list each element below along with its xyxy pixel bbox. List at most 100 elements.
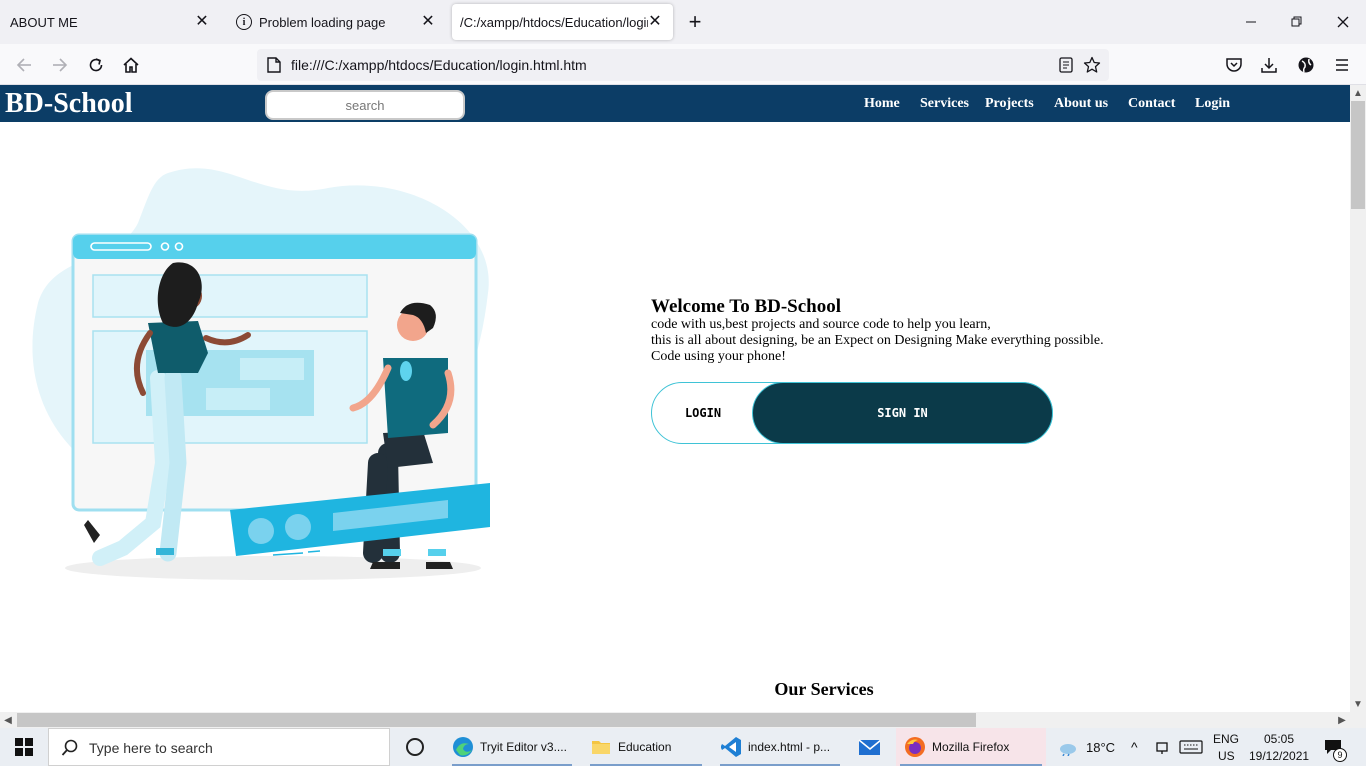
- hero-illustration: [32, 168, 490, 580]
- taskbar-app-firefox[interactable]: Mozilla Firefox: [896, 728, 1046, 766]
- tab-problem-loading[interactable]: i Problem loading page ✕: [226, 0, 446, 44]
- keyboard-icon[interactable]: [1179, 740, 1203, 757]
- tab-label: ABOUT ME: [10, 14, 78, 30]
- sign-in-button[interactable]: SIGN IN: [752, 382, 1053, 444]
- arrow-left-icon: [16, 58, 31, 72]
- scroll-down-icon[interactable]: ▼: [1350, 696, 1366, 712]
- app-label: Education: [618, 740, 672, 754]
- minimize-icon: [1246, 21, 1256, 23]
- woman-torso: [148, 321, 208, 373]
- app-label: Mozilla Firefox: [932, 740, 1010, 754]
- login-button[interactable]: LOGIN: [652, 383, 754, 443]
- info-icon: i: [236, 14, 252, 30]
- woman-leg-front: [159, 369, 187, 562]
- clock-time[interactable]: 05:05: [1264, 732, 1294, 746]
- downloads-button[interactable]: [1258, 54, 1280, 76]
- bookmark-star-icon[interactable]: [1083, 56, 1101, 79]
- new-tab-button[interactable]: +: [684, 11, 706, 34]
- tab-label: /C:/xampp/htdocs/Education/login.html.ht…: [460, 14, 648, 30]
- man-torso: [383, 358, 448, 438]
- pocket-button[interactable]: [1223, 54, 1245, 76]
- url-text[interactable]: file:///C:/xampp/htdocs/Education/login.…: [291, 57, 587, 73]
- page-viewport: BD-School Home Services Projects About u…: [0, 85, 1350, 712]
- close-icon[interactable]: ✕: [194, 14, 210, 30]
- ground-shadow: [65, 556, 481, 580]
- address-bar[interactable]: file:///C:/xampp/htdocs/Education/login.…: [257, 49, 1109, 81]
- download-icon: [1261, 58, 1277, 73]
- mail-icon: [858, 736, 880, 758]
- cortana-icon[interactable]: [406, 738, 424, 756]
- taskbar-app-tryit[interactable]: Tryit Editor v3....: [448, 728, 576, 766]
- reload-button[interactable]: [85, 54, 107, 76]
- app-label: Tryit Editor v3....: [480, 740, 567, 754]
- start-button[interactable]: [0, 728, 48, 766]
- welcome-section: Welcome To BD-School code with us,best p…: [651, 297, 1104, 365]
- page-icon: [267, 57, 281, 78]
- nav-services[interactable]: Services: [920, 96, 969, 112]
- close-icon: [1337, 16, 1349, 28]
- close-window-button[interactable]: [1333, 12, 1353, 32]
- welcome-line: this is all about designing, be an Expec…: [651, 333, 1104, 348]
- taskbar-app-vscode[interactable]: index.html - p...: [716, 728, 844, 766]
- tab-label: Problem loading page: [259, 14, 386, 30]
- app-label: index.html - p...: [748, 740, 831, 754]
- close-icon[interactable]: ✕: [647, 14, 663, 30]
- temperature[interactable]: 18°C: [1086, 740, 1115, 755]
- minimize-button[interactable]: [1241, 12, 1261, 32]
- chevron-up-icon[interactable]: ^: [1131, 739, 1138, 755]
- welcome-title: Welcome To BD-School: [651, 296, 842, 317]
- extension-button[interactable]: [1295, 54, 1317, 76]
- scroll-thumb[interactable]: [1351, 101, 1365, 209]
- pocket-icon: [1226, 58, 1242, 72]
- windows-icon: [15, 738, 33, 756]
- scroll-corner: [1350, 712, 1366, 728]
- menu-button[interactable]: [1331, 54, 1353, 76]
- site-logo[interactable]: BD-School: [5, 88, 133, 120]
- clock-date[interactable]: 19/12/2021: [1249, 749, 1309, 763]
- edge-icon: [452, 736, 474, 758]
- nav-home[interactable]: Home: [864, 96, 900, 112]
- notification-badge: 9: [1333, 748, 1347, 762]
- search-icon: [61, 739, 79, 762]
- folder-icon: [590, 736, 612, 758]
- reload-icon: [89, 58, 103, 72]
- site-search-input[interactable]: [265, 90, 465, 120]
- services-heading: Our Services: [774, 679, 874, 699]
- close-icon[interactable]: ✕: [420, 14, 436, 30]
- site-header: BD-School Home Services Projects About u…: [0, 85, 1350, 122]
- reader-view-icon[interactable]: [1059, 57, 1073, 78]
- vertical-scrollbar[interactable]: ▲ ▼: [1350, 85, 1366, 712]
- windows-taskbar: Type here to search Tryit Editor v3.... …: [0, 728, 1366, 766]
- forward-button[interactable]: [49, 54, 71, 76]
- nav-about-us[interactable]: About us: [1054, 96, 1108, 112]
- taskbar-search[interactable]: Type here to search: [48, 728, 390, 766]
- home-icon: [123, 57, 139, 73]
- browser-toolbar: file:///C:/xampp/htdocs/Education/login.…: [0, 44, 1366, 85]
- hamburger-icon: [1336, 59, 1348, 71]
- restore-button[interactable]: [1287, 12, 1307, 32]
- language-bottom[interactable]: US: [1218, 749, 1235, 763]
- taskbar-app-mail[interactable]: [852, 728, 892, 766]
- language-top[interactable]: ENG: [1213, 732, 1239, 746]
- scroll-right-icon[interactable]: ▶: [1334, 712, 1350, 728]
- welcome-line: code with us,best projects and source co…: [651, 317, 991, 332]
- taskbar-app-education[interactable]: Education: [586, 728, 706, 766]
- back-button[interactable]: [13, 54, 35, 76]
- tab-about-me[interactable]: ABOUT ME ✕: [0, 0, 220, 44]
- home-button[interactable]: [120, 54, 142, 76]
- vscode-icon: [720, 736, 742, 758]
- nav-login[interactable]: Login: [1195, 96, 1230, 112]
- scroll-up-icon[interactable]: ▲: [1350, 85, 1366, 101]
- nav-projects[interactable]: Projects: [985, 96, 1034, 112]
- taskbar-search-text: Type here to search: [89, 740, 213, 756]
- horizontal-scrollbar[interactable]: ◀ ▶: [0, 712, 1350, 728]
- tab-bar: ABOUT ME ✕ i Problem loading page ✕ /C:/…: [0, 0, 1366, 44]
- scroll-thumb[interactable]: [17, 713, 976, 727]
- nav-contact[interactable]: Contact: [1128, 96, 1175, 112]
- weather-icon[interactable]: [1058, 740, 1078, 759]
- firefox-icon: [904, 736, 926, 758]
- window-titlebar: [73, 235, 476, 259]
- tab-login-active[interactable]: /C:/xampp/htdocs/Education/login.html.ht…: [452, 4, 673, 40]
- scroll-left-icon[interactable]: ◀: [0, 712, 16, 728]
- network-icon[interactable]: [1155, 739, 1171, 758]
